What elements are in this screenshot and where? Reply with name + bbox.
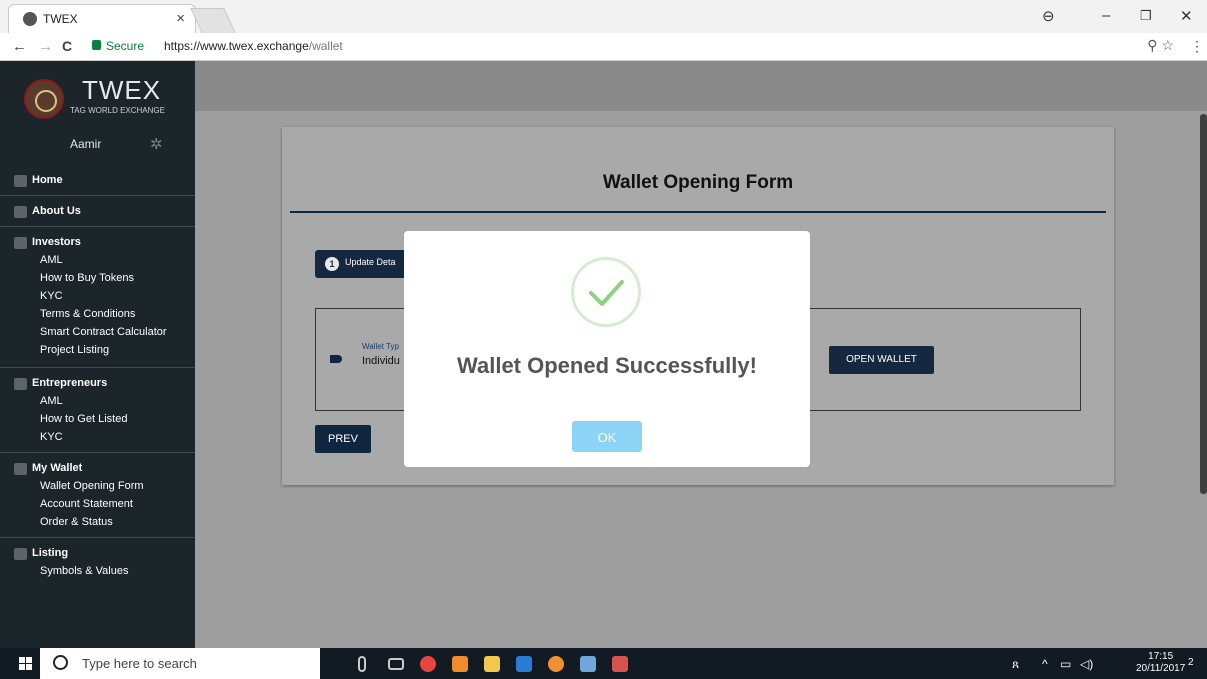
taskbar-search[interactable]: Type here to search [40, 648, 320, 679]
windows-taskbar: Type here to search ጸ ^ ▭ ◁) 17:15 20/11… [0, 648, 1207, 679]
zoom-and-bookmark-icon[interactable]: ⚲ ☆ [1147, 37, 1174, 54]
xampp-icon[interactable] [452, 656, 468, 672]
wallet-icon [14, 463, 27, 475]
windows-start-icon[interactable] [19, 657, 32, 670]
volume-icon[interactable]: ◁) [1080, 657, 1093, 671]
sidebar-item-investors-kyc[interactable]: KYC [0, 287, 195, 305]
title-divider [290, 211, 1106, 213]
sidebar-item-how-to-get-listed[interactable]: How to Get Listed [0, 410, 195, 428]
sidebar-item-symbols-values[interactable]: Symbols & Values [0, 562, 195, 580]
sidebar-item-smart-contract-calculator[interactable]: Smart Contract Calculator [0, 323, 195, 341]
top-header-strip [195, 61, 1207, 111]
success-check-icon [571, 257, 641, 327]
sidebar-item-investors[interactable]: Investors [0, 226, 195, 251]
sidebar-item-listing[interactable]: Listing [0, 537, 195, 562]
sidebar-item-entrepreneurs[interactable]: Entrepreneurs [0, 367, 195, 392]
profile-icon[interactable]: ⊖ [1042, 7, 1055, 25]
sidebar: TWEX TAG WORLD EXCHANGE Aamir ✲ Home Abo… [0, 61, 195, 648]
url-path: /wallet [308, 39, 343, 53]
ok-button[interactable]: OK [572, 421, 642, 452]
url-text: https://www.twex.exchange/wallet [164, 39, 343, 53]
clock-date: 20/11/2017 [1136, 663, 1186, 674]
username: Aamir [70, 137, 102, 151]
app-blue-icon[interactable] [580, 656, 596, 672]
system-clock[interactable]: 17:15 20/11/2017 [1136, 651, 1185, 675]
new-tab-button[interactable] [190, 8, 236, 33]
modal-title: Wallet Opened Successfully! [457, 353, 757, 378]
people-tray-icon[interactable]: ጸ [1012, 657, 1019, 672]
sidebar-item-my-wallet[interactable]: My Wallet [0, 452, 195, 477]
tray-chevron-icon[interactable]: ^ [1042, 657, 1048, 671]
sidebar-item-home[interactable]: Home [0, 165, 195, 195]
lock-icon [92, 40, 101, 50]
chrome-icon[interactable] [420, 656, 436, 672]
step-update-details[interactable]: 1 Update Deta [315, 250, 410, 278]
search-placeholder: Type here to search [82, 656, 197, 671]
secure-label: Secure [106, 39, 145, 53]
sidebar-item-project-listing[interactable]: Project Listing [0, 341, 195, 367]
browser-tab[interactable]: TWEX × [8, 4, 196, 33]
network-icon[interactable]: ▭ [1060, 657, 1071, 671]
task-view-icon[interactable] [388, 658, 404, 670]
sidebar-item-how-to-buy-tokens[interactable]: How to Buy Tokens [0, 269, 195, 287]
step-label: Update Deta [345, 257, 396, 267]
document-icon [14, 206, 27, 218]
cortana-icon [53, 655, 68, 670]
brand[interactable]: TWEX TAG WORLD EXCHANGE [0, 61, 195, 131]
url-field[interactable]: Secure https://www.twex.exchange/wallet … [84, 36, 1184, 58]
page-title: Wallet Opening Form [602, 172, 794, 193]
prev-button[interactable]: PREV [315, 425, 371, 453]
sidebar-item-terms[interactable]: Terms & Conditions [0, 305, 195, 323]
app-red-icon[interactable] [612, 656, 628, 672]
sidebar-item-entrepreneurs-kyc[interactable]: KYC [0, 428, 195, 452]
file-explorer-icon[interactable] [484, 656, 500, 672]
gear-icon[interactable]: ✲ [150, 135, 163, 153]
sidebar-menu: Home About Us Investors AML How to Buy T… [0, 165, 195, 580]
brand-name: TWEX [82, 75, 162, 105]
address-bar: ← → C Secure https://www.twex.exchange/w… [0, 33, 1207, 61]
app-orange-icon[interactable] [548, 656, 564, 672]
close-window-button[interactable]: ✕ [1180, 7, 1193, 25]
people-icon [14, 237, 27, 249]
twex-logo-icon [24, 79, 64, 119]
browser-tabbar: TWEX × ⊖ – ❐ ✕ [0, 0, 1207, 33]
url-base: https://www.twex.exchange [164, 39, 309, 53]
tab-close-icon[interactable]: × [176, 10, 185, 27]
checkmark-icon [589, 280, 624, 306]
microphone-icon[interactable] [358, 656, 366, 672]
browser-menu-icon[interactable]: ⋮ [1190, 38, 1204, 55]
tab-title: TWEX [43, 12, 78, 26]
reload-icon[interactable]: C [62, 38, 72, 54]
clock-time: 17:15 [1148, 651, 1174, 662]
back-icon[interactable]: ← [12, 38, 27, 55]
sidebar-item-investors-aml[interactable]: AML [0, 251, 195, 269]
entrepreneurs-icon [14, 378, 27, 390]
list-icon [14, 548, 27, 560]
brand-subtitle: TAG WORLD EXCHANGE [70, 106, 165, 115]
restore-button[interactable]: ❐ [1140, 8, 1152, 24]
site-favicon-icon [23, 12, 37, 26]
wallet-type-label: Wallet Typ [362, 342, 399, 351]
home-icon [14, 175, 27, 187]
visual-studio-icon[interactable] [516, 656, 532, 672]
sidebar-item-order-status[interactable]: Order & Status [0, 513, 195, 537]
user-row: Aamir ✲ [0, 133, 195, 163]
open-wallet-button[interactable]: OPEN WALLET [829, 346, 934, 374]
success-modal: Wallet Opened Successfully! OK [404, 231, 810, 467]
tag-icon [330, 355, 342, 363]
step-number: 1 [325, 257, 339, 271]
sidebar-item-entrepreneurs-aml[interactable]: AML [0, 392, 195, 410]
forward-icon[interactable]: → [38, 38, 53, 55]
sidebar-item-account-statement[interactable]: Account Statement [0, 495, 195, 513]
sidebar-item-wallet-opening-form[interactable]: Wallet Opening Form [0, 477, 195, 495]
notifications-icon[interactable]: 2 [1188, 657, 1194, 668]
sidebar-item-about-us[interactable]: About Us [0, 195, 195, 226]
page-scrollbar[interactable] [1200, 114, 1207, 494]
minimize-button[interactable]: – [1102, 7, 1110, 24]
wallet-type-select[interactable]: Individu [362, 355, 400, 367]
